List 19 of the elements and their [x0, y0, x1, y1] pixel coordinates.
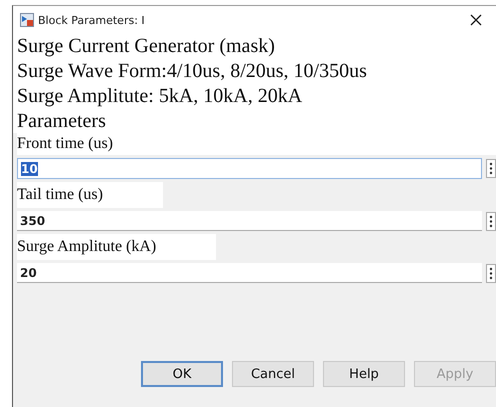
description-text: Surge Wave Form:4/10us, 8/20us, 10/350us: [17, 59, 368, 84]
description-text: Surge Current Generator (mask): [17, 34, 276, 59]
description-text: Surge Amplitute: 5kA, 10kA, 20kA: [17, 84, 304, 109]
parameter-label: Surge Amplitute (kA): [17, 234, 216, 260]
block-icon: [20, 13, 34, 27]
more-options-icon[interactable]: [486, 264, 496, 282]
parameter-label: Tail time (us): [17, 182, 163, 208]
dialog-button[interactable]: Help: [323, 361, 405, 387]
input-field[interactable]: 10: [17, 158, 482, 179]
section-heading: Parameters: [17, 109, 107, 133]
input-field[interactable]: 20: [17, 263, 482, 283]
more-options-icon[interactable]: [486, 212, 496, 230]
dialog-button[interactable]: Cancel: [232, 361, 314, 387]
input-field[interactable]: 350: [17, 211, 482, 231]
more-options-icon[interactable]: [486, 159, 496, 178]
dialog-button[interactable]: OK: [141, 361, 223, 387]
close-icon[interactable]: [470, 14, 482, 26]
parameter-label: Front time (us): [17, 133, 496, 155]
window-title: Block Parameters: I: [38, 14, 145, 26]
